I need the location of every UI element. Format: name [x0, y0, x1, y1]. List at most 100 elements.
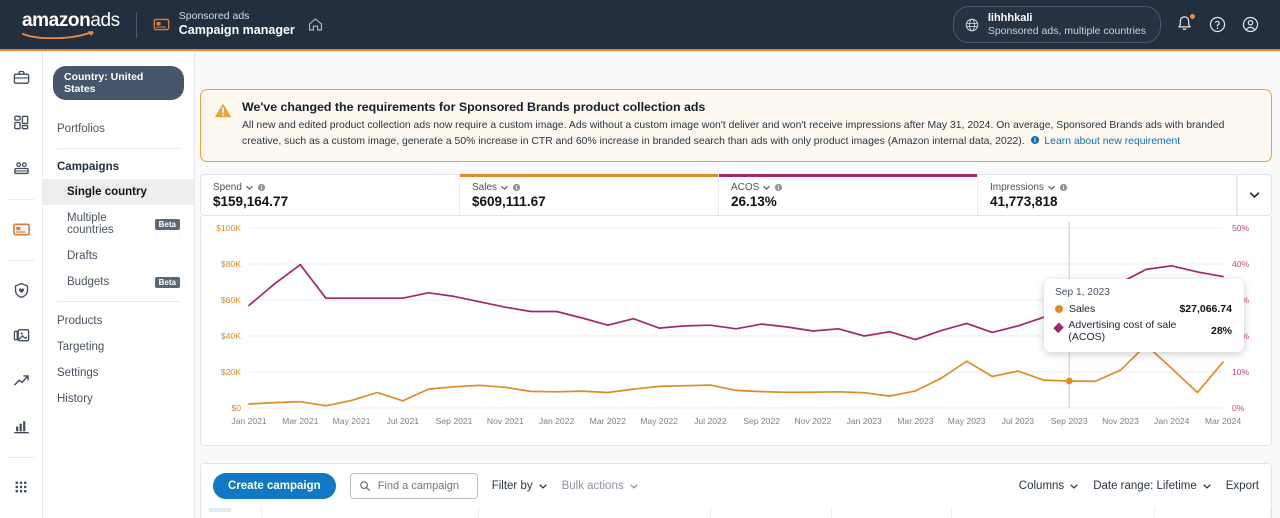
export-button[interactable]: Export — [1226, 480, 1259, 492]
columns-dropdown[interactable]: Columns — [1019, 480, 1079, 492]
rail-item-insights[interactable] — [6, 366, 36, 395]
bulk-actions-label: Bulk actions — [561, 479, 624, 492]
campaign-toolbar: Create campaign Filter by Bulk actions C… — [200, 463, 1272, 507]
alert-banner: We've changed the requirements for Spons… — [200, 89, 1272, 162]
search-input[interactable] — [375, 478, 468, 493]
table-col-status — [832, 507, 953, 518]
header-divider — [135, 11, 137, 38]
beta-badge: Beta — [154, 276, 180, 288]
rail-item-audience[interactable] — [6, 153, 36, 182]
chart-collapse-toggle[interactable] — [1237, 174, 1271, 215]
info-circle-icon[interactable] — [774, 183, 783, 192]
sidebar-item-portfolios[interactable]: Portfolios — [43, 116, 194, 142]
sidebar-item-single-country[interactable]: Single country — [43, 179, 194, 205]
ad-card-icon — [12, 223, 30, 236]
info-circle-icon[interactable] — [512, 183, 521, 192]
svg-text:Jan 2023: Jan 2023 — [846, 416, 882, 426]
chevron-down-icon[interactable] — [762, 183, 771, 192]
trending-up-icon — [13, 375, 29, 386]
info-circle-icon[interactable] — [257, 183, 266, 192]
svg-text:Nov 2023: Nov 2023 — [1102, 416, 1139, 426]
sidebar-item-targeting[interactable]: Targeting — [43, 334, 194, 360]
create-campaign-button[interactable]: Create campaign — [213, 472, 336, 499]
rail-item-reports[interactable] — [6, 412, 36, 441]
metric-value: 41,773,818 — [990, 193, 1058, 209]
country-selector[interactable]: Country: United States — [53, 66, 184, 100]
date-range-dropdown[interactable]: Date range: Lifetime — [1093, 480, 1212, 492]
metric-label: Sales — [472, 181, 498, 193]
help-circle-icon[interactable] — [1208, 15, 1227, 34]
chevron-down-icon[interactable] — [500, 183, 509, 192]
metric-value: $609,111.67 — [472, 193, 546, 209]
svg-text:$80K: $80K — [221, 259, 241, 269]
rail-divider — [8, 456, 34, 458]
search-box[interactable] — [349, 472, 478, 499]
info-circle-icon[interactable] — [1059, 183, 1068, 192]
sidebar-divider — [57, 301, 180, 302]
tooltip-date: Sep 1, 2023 — [1055, 286, 1110, 298]
svg-text:$60K: $60K — [221, 295, 241, 305]
tooltip-series-value: 28% — [1210, 324, 1232, 337]
account-selector[interactable]: lihhhkali Sponsored ads, multiple countr… — [952, 5, 1161, 44]
rail-item-dashboard[interactable] — [6, 108, 36, 137]
metric-accent — [201, 174, 459, 177]
metric-card-acos[interactable]: ACOS 26.13% — [719, 173, 978, 215]
sidebar-divider — [57, 148, 180, 149]
bulk-actions-dropdown[interactable]: Bulk actions — [562, 480, 639, 492]
svg-text:Jan 2022: Jan 2022 — [539, 416, 575, 426]
svg-text:Jul 2022: Jul 2022 — [694, 416, 727, 426]
campaign-table-header — [200, 507, 1272, 518]
sidebar-item-budgets[interactable]: Budgets Beta — [43, 269, 194, 295]
table-col-type — [711, 507, 832, 518]
metric-label: Spend — [213, 181, 242, 193]
svg-text:$100K: $100K — [216, 223, 241, 233]
svg-text:Sep 2023: Sep 2023 — [1051, 416, 1088, 426]
svg-text:40%: 40% — [1232, 259, 1250, 269]
filter-by-dropdown[interactable]: Filter by — [492, 480, 548, 492]
svg-text:Mar 2021: Mar 2021 — [282, 416, 319, 426]
sidebar-item-multiple-countries[interactable]: Multiple countries Beta — [43, 205, 194, 243]
rail-item-brand-safety[interactable] — [6, 276, 36, 305]
brand-ads: ads — [90, 9, 120, 31]
table-col-spend — [1155, 507, 1271, 518]
metric-card-sales[interactable]: Sales $609,111.67 — [460, 173, 719, 215]
notifications-button[interactable] — [1175, 13, 1195, 36]
chevron-down-icon[interactable] — [1047, 183, 1056, 192]
svg-text:Sep 2021: Sep 2021 — [436, 416, 473, 426]
date-range-label: Date range: Lifetime — [1093, 479, 1197, 492]
performance-chart[interactable]: $0$20K$40K$60K$80K$100K0%10%20%30%40%50%… — [200, 215, 1272, 446]
user-circle-icon[interactable] — [1241, 15, 1260, 34]
home-icon[interactable] — [307, 16, 324, 33]
tooltip-series-value: $27,066.74 — [1179, 302, 1232, 315]
select-all-checkbox[interactable] — [209, 508, 231, 512]
svg-text:Nov 2021: Nov 2021 — [487, 416, 524, 426]
chevron-down-icon[interactable] — [245, 183, 254, 192]
sidebar-item-history[interactable]: History — [43, 386, 194, 412]
sidebar-item-drafts[interactable]: Drafts — [43, 243, 194, 269]
metric-card-spend[interactable]: Spend $159,164.77 — [201, 174, 460, 215]
metric-accent — [460, 173, 718, 177]
amazon-ads-logo[interactable]: amazonads — [22, 11, 120, 39]
metric-label: ACOS — [731, 181, 760, 193]
beta-badge: Beta — [154, 218, 180, 230]
rail-item-briefcase[interactable] — [6, 63, 36, 92]
app-switcher[interactable]: Sponsored ads Campaign manager — [153, 10, 295, 39]
rail-item-apps[interactable] — [6, 473, 36, 502]
chevron-down-icon — [538, 483, 547, 489]
app-title: Campaign manager — [178, 23, 295, 38]
apps-grid-icon — [15, 481, 27, 493]
amazon-smile-icon — [22, 30, 94, 39]
tooltip-row-sales: Sales $27,066.74 — [1055, 303, 1232, 315]
rail-item-creatives[interactable] — [6, 321, 36, 350]
tooltip-series-name: Advertising cost of sale (ACOS) — [1068, 318, 1177, 343]
sidebar-group-campaigns: Campaigns — [57, 161, 119, 173]
svg-text:$40K: $40K — [221, 331, 241, 341]
sidebar-item-settings[interactable]: Settings — [43, 360, 194, 386]
rail-item-campaigns[interactable] — [6, 215, 36, 244]
metric-card-impressions[interactable]: Impressions 41,773,818 — [978, 174, 1237, 215]
svg-text:Mar 2023: Mar 2023 — [897, 416, 934, 426]
sales-marker-icon — [1055, 304, 1063, 313]
learn-more-link[interactable]: Learn about new requirement — [1044, 136, 1180, 147]
sidebar-item-products[interactable]: Products — [43, 308, 194, 334]
warning-triangle-icon — [214, 103, 232, 118]
